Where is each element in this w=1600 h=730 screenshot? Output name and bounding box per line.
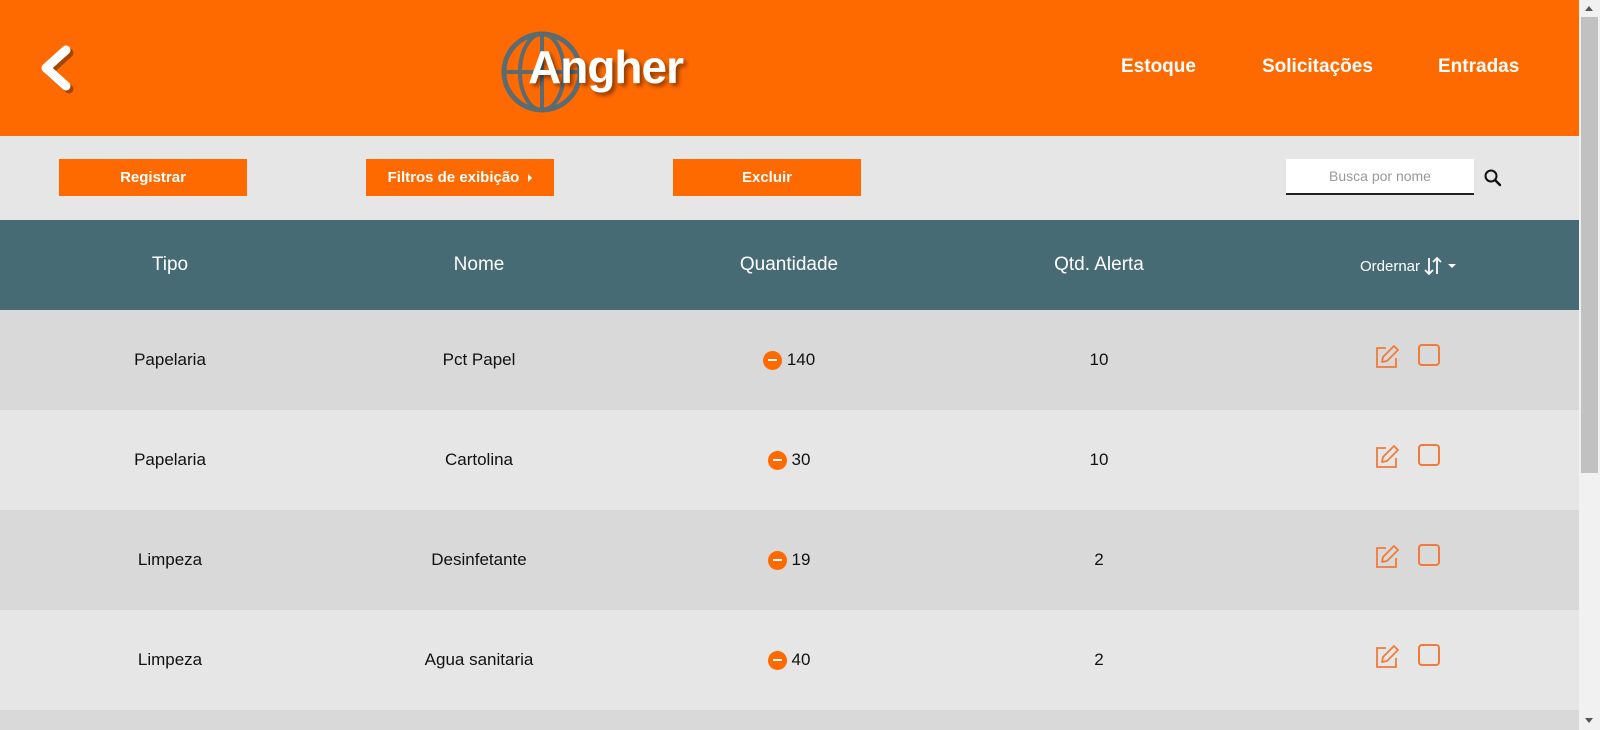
cell-tipo: Limpeza [137,550,203,569]
top-header: Angher Estoque Solicitações Entradas [0,0,1579,136]
delete-button-label: Excluir [741,169,793,186]
cell-quantidade: 19 [618,510,960,610]
caret-right-icon [528,173,533,182]
scroll-down-arrow-icon[interactable] [1585,718,1593,723]
row-checkbox[interactable] [1418,344,1440,366]
row-checkbox[interactable] [1418,444,1440,466]
table-row: Limpeza Agua sanitaria 40 2 [0,610,1579,710]
column-header-qtd-alerta: Qtd. Alerta [1054,254,1144,275]
scroll-up-arrow-icon[interactable] [1585,6,1593,11]
cell-qtd-alerta: 2 [1094,650,1104,669]
cell-tipo: Papelaria [134,450,206,469]
edit-icon[interactable] [1374,444,1400,470]
logo-text: Angher [528,41,684,93]
cell-quantidade: 140 [618,310,960,410]
quantity-value: 30 [791,450,811,469]
search-icon[interactable] [1483,168,1503,188]
search-input[interactable] [1286,159,1474,195]
minus-circle-icon[interactable] [767,650,787,670]
table-row-partial [0,710,1579,730]
row-checkbox[interactable] [1418,544,1440,566]
sort-label: Ordernar [1360,257,1421,275]
edit-icon[interactable] [1374,544,1400,570]
table-header: Tipo Nome Quantidade Qtd. Alerta Orderna… [0,220,1579,310]
column-header-tipo: Tipo [151,254,189,275]
nav-estoque[interactable]: Estoque [1121,56,1196,78]
edit-icon[interactable] [1374,644,1400,670]
delete-button[interactable]: Excluir [673,159,861,196]
quantity-control: 140 [762,350,816,370]
cell-nome: Desinfetante [431,550,527,569]
toolbar: Registrar Filtros de exibição Excluir [0,136,1579,220]
back-arrow-icon [41,45,74,94]
minus-circle-icon[interactable] [762,350,782,370]
column-header-quantidade: Quantidade [739,254,839,275]
back-button[interactable] [36,42,80,94]
edit-icon[interactable] [1374,344,1400,370]
quantity-control: 19 [767,550,811,570]
sort-arrows-icon [1424,256,1442,276]
cell-nome: Agua sanitaria [424,650,534,669]
quantity-value: 40 [791,650,811,669]
cell-tipo: Papelaria [134,350,206,369]
cell-nome: Cartolina [444,450,514,469]
register-button[interactable]: Registrar [59,159,247,196]
scrollbar-thumb[interactable] [1581,17,1598,473]
table-row: Papelaria Pct Papel 140 10 [0,310,1579,410]
quantity-control: 40 [767,650,811,670]
cell-qtd-alerta: 2 [1094,550,1104,569]
display-filters-label: Filtros de exibição [387,169,520,186]
quantity-value: 140 [786,350,816,369]
nav-solicitacoes[interactable]: Solicitações [1262,56,1373,78]
cell-nome: Pct Papel [442,350,516,369]
angher-logo: Angher [498,30,698,114]
column-header-nome: Nome [453,254,505,275]
cell-quantidade: 40 [618,610,960,710]
cell-qtd-alerta: 10 [1089,450,1109,469]
nav-entradas[interactable]: Entradas [1438,56,1519,78]
minus-circle-icon[interactable] [767,550,787,570]
row-checkbox[interactable] [1418,644,1440,666]
minus-circle-icon[interactable] [767,450,787,470]
table-row: Limpeza Desinfetante 19 2 [0,510,1579,610]
register-button-label: Registrar [120,169,186,186]
cell-quantidade: 30 [618,410,960,510]
cell-tipo: Limpeza [137,650,203,669]
caret-down-icon [1448,264,1457,268]
quantity-control: 30 [767,450,811,470]
vertical-scrollbar[interactable] [1579,0,1600,730]
cell-qtd-alerta: 10 [1089,350,1109,369]
page: Angher Estoque Solicitações Entradas Reg… [0,0,1579,730]
quantity-value: 19 [791,550,811,569]
display-filters-button[interactable]: Filtros de exibição [366,159,554,196]
sort-dropdown[interactable]: Ordernar [1360,254,1457,278]
table-row: Papelaria Cartolina 30 10 [0,410,1579,510]
